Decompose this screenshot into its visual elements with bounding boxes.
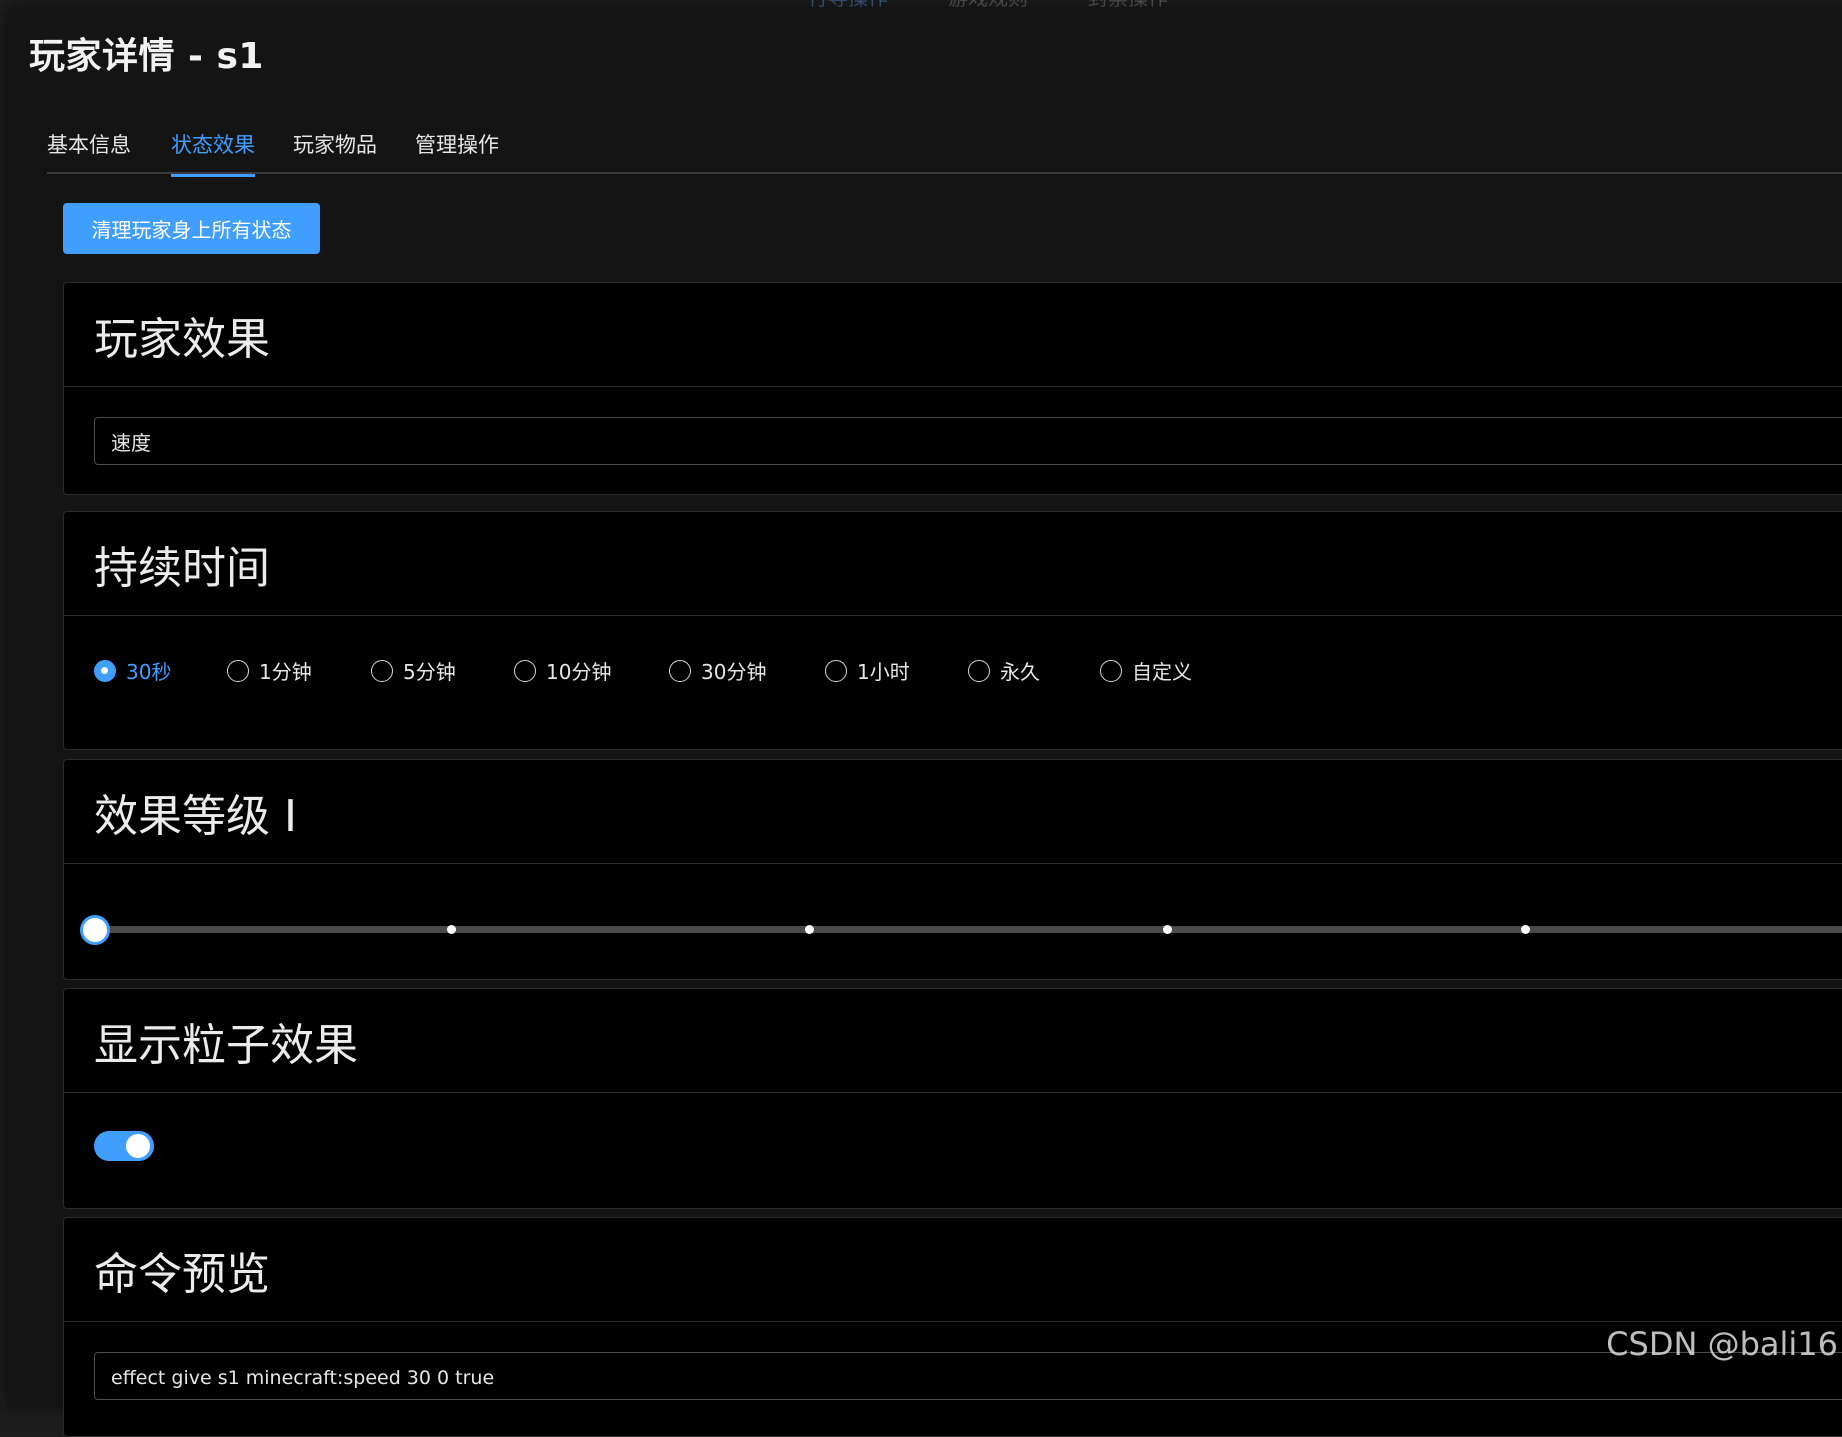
slider-stop — [805, 925, 814, 934]
radio-icon — [371, 660, 393, 682]
effect-select-value: 速度 — [111, 427, 151, 456]
dialog-title: 玩家详情 - s1 — [29, 27, 264, 79]
duration-radio-group: 30秒 1分钟 5分钟 10分钟 30分钟 — [94, 656, 1294, 686]
level-slider[interactable] — [94, 914, 1842, 944]
radio-icon — [227, 660, 249, 682]
duration-option-30min[interactable]: 30分钟 — [669, 656, 766, 685]
radio-label: 1小时 — [857, 656, 910, 685]
effect-card: 玩家效果 速度 — [63, 282, 1842, 495]
toggle-knob — [126, 1134, 150, 1158]
duration-option-10min[interactable]: 10分钟 — [514, 656, 611, 685]
effect-select[interactable]: 速度 — [94, 417, 1842, 465]
tab-admin-actions[interactable]: 管理操作 — [415, 129, 499, 174]
radio-icon — [968, 660, 990, 682]
player-detail-dialog: 玩家详情 - s1 基本信息 状态效果 玩家物品 管理操作 清理玩家身上所有状态… — [7, 7, 1842, 1407]
watermark: CSDN @bali16 — [1606, 1325, 1838, 1363]
radio-icon — [514, 660, 536, 682]
command-card: 命令预览 effect give s1 minecraft:speed 30 0… — [63, 1217, 1842, 1437]
particles-card-title: 显示粒子效果 — [64, 989, 1842, 1093]
radio-label: 1分钟 — [259, 656, 312, 685]
slider-stop — [1521, 925, 1530, 934]
duration-option-custom[interactable]: 自定义 — [1100, 656, 1192, 685]
slider-stop — [1163, 925, 1172, 934]
tab-player-items[interactable]: 玩家物品 — [293, 129, 377, 174]
slider-handle[interactable] — [80, 915, 110, 945]
duration-option-5min[interactable]: 5分钟 — [371, 656, 456, 685]
radio-icon — [669, 660, 691, 682]
effect-card-title: 玩家效果 — [64, 283, 1842, 387]
duration-card: 持续时间 30秒 1分钟 5分钟 10分钟 — [63, 511, 1842, 750]
tab-status-effects[interactable]: 状态效果 — [171, 129, 255, 177]
duration-option-1h[interactable]: 1小时 — [825, 656, 910, 685]
duration-card-title: 持续时间 — [64, 512, 1842, 616]
command-preview-field[interactable]: effect give s1 minecraft:speed 30 0 true — [94, 1352, 1842, 1400]
radio-label: 10分钟 — [546, 656, 611, 685]
tab-basic-info[interactable]: 基本信息 — [47, 129, 131, 174]
radio-label: 30秒 — [126, 656, 171, 685]
tab-bar: 基本信息 状态效果 玩家物品 管理操作 — [47, 119, 1842, 174]
clear-all-effects-button[interactable]: 清理玩家身上所有状态 — [63, 203, 320, 254]
radio-icon — [94, 660, 116, 682]
level-card-title: 效果等级 I — [64, 760, 1842, 864]
particles-toggle[interactable] — [94, 1131, 154, 1161]
particles-card: 显示粒子效果 — [63, 988, 1842, 1209]
level-card: 效果等级 I — [63, 759, 1842, 980]
radio-label: 5分钟 — [403, 656, 456, 685]
duration-option-1min[interactable]: 1分钟 — [227, 656, 312, 685]
slider-stop — [447, 925, 456, 934]
radio-icon — [1100, 660, 1122, 682]
radio-icon — [825, 660, 847, 682]
radio-label: 30分钟 — [701, 656, 766, 685]
duration-option-permanent[interactable]: 永久 — [968, 656, 1040, 685]
radio-label: 自定义 — [1132, 656, 1192, 685]
command-text: effect give s1 minecraft:speed 30 0 true — [111, 1367, 494, 1389]
slider-track[interactable] — [94, 926, 1842, 933]
radio-label: 永久 — [1000, 656, 1040, 685]
duration-option-30s[interactable]: 30秒 — [94, 656, 171, 685]
command-card-title: 命令预览 — [64, 1218, 1842, 1322]
